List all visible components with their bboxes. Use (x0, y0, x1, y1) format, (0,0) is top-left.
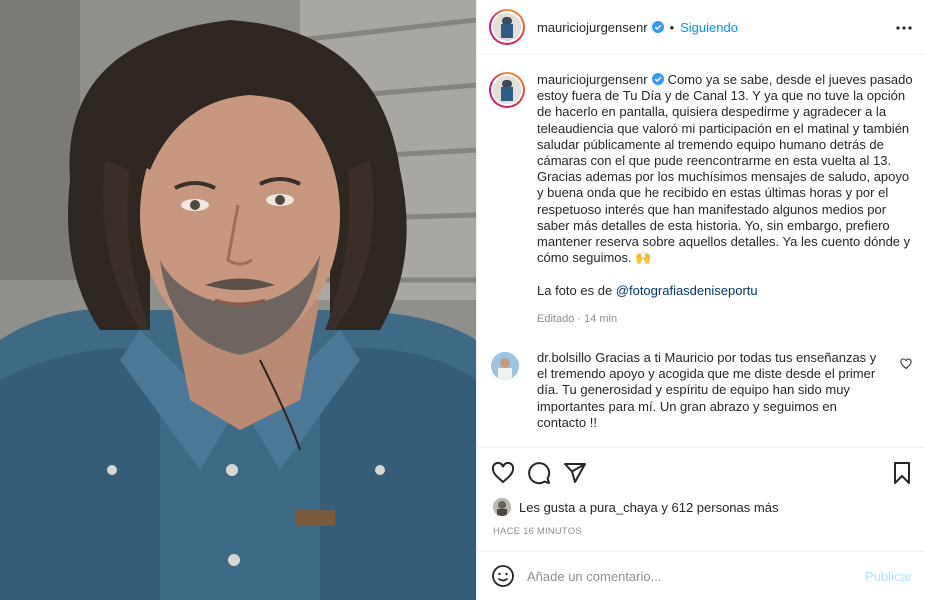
caption-avatar-image (493, 76, 521, 104)
caption-text: Como ya se sabe, desde el jueves pasado … (537, 72, 913, 266)
post-side-panel: mauriciojurgensenr • Siguiendo mauricioj… (476, 0, 925, 600)
caption-username[interactable]: mauriciojurgensenr (537, 72, 648, 87)
photo-credit-label: La foto es de (537, 282, 616, 298)
caption-body: mauriciojurgensenr Como ya se sabe, desde… (537, 72, 914, 299)
comment-body: dr.bolsillo Gracias a ti Mauricio por tod… (537, 350, 886, 431)
likes-row: Les gusta a pura_chaya y 612 personas má… (493, 497, 778, 517)
bookmark-icon[interactable] (890, 461, 914, 485)
portrait-illustration (0, 0, 476, 600)
likes-summary[interactable]: Les gusta a pura_chaya y 612 personas má… (519, 500, 778, 515)
comment-input[interactable] (527, 568, 847, 584)
more-icon[interactable] (894, 18, 914, 38)
post-photo[interactable] (0, 0, 476, 600)
comment-item: dr.bolsillo Gracias a ti Mauricio por tod… (489, 350, 914, 431)
caption-meta: Editado · 14 min (537, 312, 618, 325)
verified-badge-icon (651, 73, 664, 85)
instagram-post-modal: mauriciojurgensenr • Siguiendo mauricioj… (0, 0, 925, 600)
post-caption: mauriciojurgensenr Como ya se sabe, desde… (489, 72, 914, 325)
action-bar (477, 447, 925, 497)
liker-avatar[interactable] (493, 498, 511, 516)
comment-like-heart-icon[interactable] (900, 358, 912, 370)
emoji-icon[interactable] (491, 564, 515, 588)
following-button[interactable]: Siguiendo (680, 20, 738, 35)
edited-label: Editado (537, 312, 575, 325)
edited-time[interactable]: 14 min (584, 313, 617, 325)
verified-badge-icon (651, 21, 664, 33)
paper-plane-icon[interactable] (563, 461, 587, 485)
author-avatar[interactable] (489, 9, 525, 45)
post-header: mauriciojurgensenr • Siguiendo (477, 0, 925, 55)
author-username[interactable]: mauriciojurgensenr (537, 20, 648, 35)
caption-avatar[interactable] (489, 72, 525, 108)
photo-credit-mention[interactable]: @fotografiasdeniseportu (616, 283, 758, 298)
post-timestamp[interactable]: HACE 16 MINUTOS (493, 526, 582, 537)
separator-dot: • (669, 19, 675, 35)
comments-area[interactable]: mauriciojurgensenr Como ya se sabe, desde… (477, 56, 925, 446)
commenter-avatar[interactable] (491, 352, 519, 380)
heart-icon[interactable] (491, 461, 515, 485)
author-avatar-image (493, 13, 521, 41)
commenter-username[interactable]: dr.bolsillo (537, 350, 591, 365)
publish-button[interactable]: Publicar (865, 569, 912, 584)
add-comment-bar: Publicar (477, 551, 925, 600)
comment-icon[interactable] (527, 461, 551, 485)
